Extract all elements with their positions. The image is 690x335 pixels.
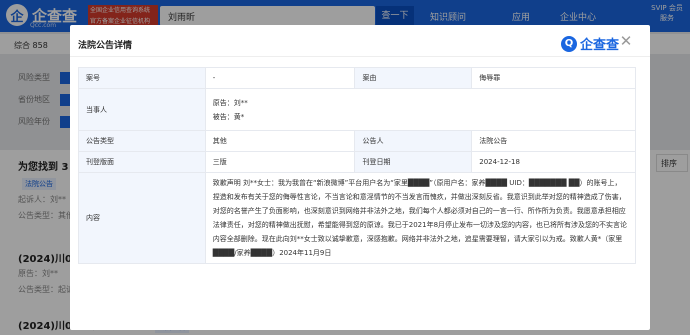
table-row: 刊登版面 三版 刊登日期 2024-12-18 [78, 151, 636, 173]
notice-detail-table: 案号 - 案由 侮辱罪 当事人 原告：刘** 被告：黄* 公告类型 其他 公告人… [78, 67, 637, 264]
case-no-label: 案号 [78, 67, 206, 89]
content-label: 内容 [78, 172, 206, 264]
table-row: 公告类型 其他 公告人 法院公告 [78, 130, 636, 152]
parties-value: 原告：刘** 被告：黄* [204, 88, 637, 131]
table-row: 案号 - 案由 侮辱罪 [78, 67, 636, 89]
type-value: 其他 [204, 130, 356, 152]
date-value: 2024-12-18 [471, 151, 636, 173]
announcer-label: 公告人 [354, 130, 473, 152]
case-no-value: - [204, 67, 356, 89]
modal-logo: Q 企查查 [561, 34, 619, 53]
announcer-value: 法院公告 [471, 130, 636, 152]
content-value: 致歉声明 刘**女士：我为我曾在“新浪微博”平台用户名为“家里████”（原用户… [204, 172, 637, 264]
cause-value: 侮辱罪 [471, 67, 636, 89]
court-notice-modal: 法院公告详情 Q 企查查 ✕ 案号 - 案由 侮辱罪 当事人 原告：刘** 被告… [70, 25, 650, 330]
type-label: 公告类型 [78, 130, 206, 152]
table-row: 内容 致歉声明 刘**女士：我为我曾在“新浪微博”平台用户名为“家里████”（… [78, 172, 637, 264]
logo-mark-icon: Q [561, 35, 577, 52]
defendant: 被告：黄* [212, 112, 245, 121]
table-row: 当事人 原告：刘** 被告：黄* [78, 88, 637, 131]
modal-title: 法院公告详情 [78, 41, 133, 51]
page-value: 三版 [204, 151, 356, 173]
plaintiff: 原告：刘** [212, 98, 248, 107]
modal-divider [70, 56, 650, 57]
page-label: 刊登版面 [78, 151, 206, 173]
cause-label: 案由 [354, 67, 473, 89]
date-label: 刊登日期 [354, 151, 473, 173]
close-icon[interactable]: ✕ [618, 33, 634, 49]
parties-label: 当事人 [78, 88, 206, 131]
